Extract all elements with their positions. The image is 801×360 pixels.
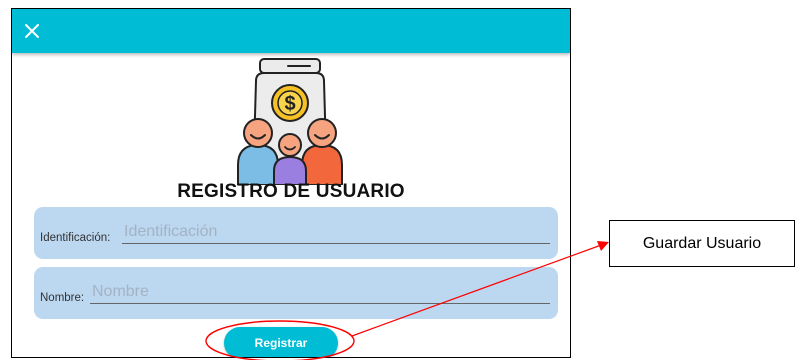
close-icon: [25, 24, 39, 38]
page-title: REGISTRO DE USUARIO: [177, 181, 405, 202]
identification-input[interactable]: [122, 220, 550, 244]
app-toolbar: [12, 9, 570, 53]
name-field-card: Nombre:: [34, 267, 558, 319]
family-savings-jar-icon: $: [230, 53, 350, 186]
callout-arrowhead: [597, 241, 609, 251]
currency-symbol: $: [284, 93, 295, 115]
register-button[interactable]: Registrar: [224, 327, 338, 357]
identification-label: Identificación:: [40, 232, 111, 244]
app-screen: $ REGISTRO DE USUARIO Identificación: No…: [11, 8, 571, 358]
name-input[interactable]: [90, 280, 550, 304]
callout-label: Guardar Usuario: [609, 220, 795, 267]
identification-field-card: Identificación:: [34, 207, 558, 259]
close-button[interactable]: [20, 19, 44, 43]
name-label: Nombre:: [40, 292, 85, 304]
